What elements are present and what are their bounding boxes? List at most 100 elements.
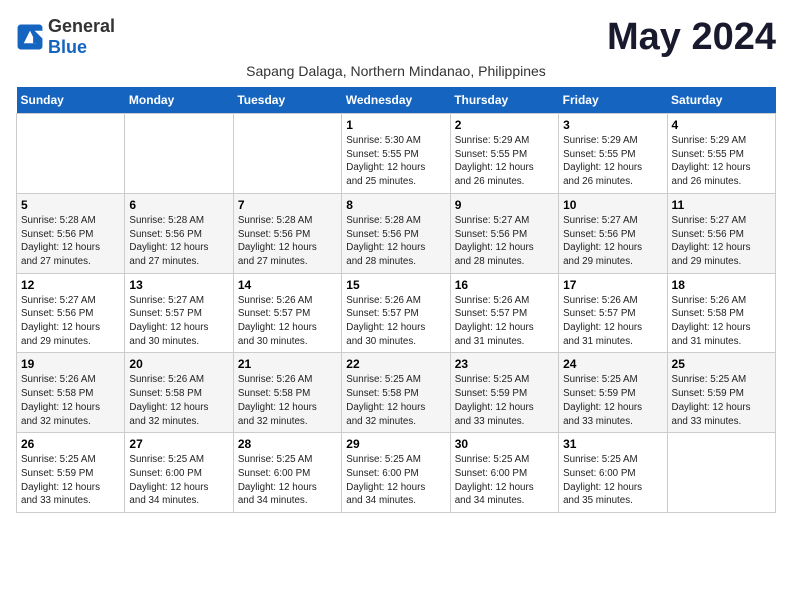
day-cell: 20 Sunrise: 5:26 AM Sunset: 5:58 PM Dayli… <box>125 353 233 433</box>
day-info: Sunrise: 5:25 AM Sunset: 5:59 PM Dayligh… <box>21 453 120 508</box>
day-info: Sunrise: 5:29 AM Sunset: 5:55 PM Dayligh… <box>563 134 662 189</box>
day-cell: 24 Sunrise: 5:25 AM Sunset: 5:59 PM Dayli… <box>559 353 667 433</box>
calendar-table: SundayMondayTuesdayWednesdayThursdayFrid… <box>16 87 776 513</box>
day-number: 14 <box>238 278 337 292</box>
day-cell: 26 Sunrise: 5:25 AM Sunset: 5:59 PM Dayli… <box>17 433 125 513</box>
day-cell: 2 Sunrise: 5:29 AM Sunset: 5:55 PM Daylig… <box>450 114 558 194</box>
day-number: 9 <box>455 198 554 212</box>
week-row-3: 12 Sunrise: 5:27 AM Sunset: 5:56 PM Dayli… <box>17 273 776 353</box>
logo-text: General Blue <box>48 16 115 58</box>
header-cell-wednesday: Wednesday <box>342 87 450 114</box>
day-info: Sunrise: 5:26 AM Sunset: 5:57 PM Dayligh… <box>563 294 662 349</box>
day-info: Sunrise: 5:27 AM Sunset: 5:56 PM Dayligh… <box>455 214 554 269</box>
day-info: Sunrise: 5:25 AM Sunset: 6:00 PM Dayligh… <box>129 453 228 508</box>
day-cell: 19 Sunrise: 5:26 AM Sunset: 5:58 PM Dayli… <box>17 353 125 433</box>
header-row: SundayMondayTuesdayWednesdayThursdayFrid… <box>17 87 776 114</box>
week-row-2: 5 Sunrise: 5:28 AM Sunset: 5:56 PM Daylig… <box>17 193 776 273</box>
day-cell: 22Sunrise: 5:25 AM Sunset: 5:58 PM Dayli… <box>342 353 450 433</box>
day-number: 18 <box>672 278 771 292</box>
day-number: 30 <box>455 437 554 451</box>
day-cell: 5 Sunrise: 5:28 AM Sunset: 5:56 PM Daylig… <box>17 193 125 273</box>
day-info: Sunrise: 5:26 AM Sunset: 5:58 PM Dayligh… <box>238 373 337 428</box>
day-number: 25 <box>672 357 771 371</box>
day-cell: 23Sunrise: 5:25 AM Sunset: 5:59 PM Dayli… <box>450 353 558 433</box>
day-number: 6 <box>129 198 228 212</box>
day-info: Sunrise: 5:29 AM Sunset: 5:55 PM Dayligh… <box>672 134 771 189</box>
header-cell-monday: Monday <box>125 87 233 114</box>
header-cell-saturday: Saturday <box>667 87 775 114</box>
day-cell: 8Sunrise: 5:28 AM Sunset: 5:56 PM Daylig… <box>342 193 450 273</box>
logo-icon <box>16 23 44 51</box>
day-number: 17 <box>563 278 662 292</box>
logo: General Blue <box>16 16 115 58</box>
day-info: Sunrise: 5:26 AM Sunset: 5:58 PM Dayligh… <box>129 373 228 428</box>
day-cell: 28 Sunrise: 5:25 AM Sunset: 6:00 PM Dayli… <box>233 433 341 513</box>
day-number: 19 <box>21 357 120 371</box>
day-info: Sunrise: 5:26 AM Sunset: 5:57 PM Dayligh… <box>346 294 445 349</box>
day-number: 10 <box>563 198 662 212</box>
day-cell: 9 Sunrise: 5:27 AM Sunset: 5:56 PM Daylig… <box>450 193 558 273</box>
day-info: Sunrise: 5:26 AM Sunset: 5:58 PM Dayligh… <box>21 373 120 428</box>
day-info: Sunrise: 5:28 AM Sunset: 5:56 PM Dayligh… <box>238 214 337 269</box>
day-number: 1 <box>346 118 445 132</box>
day-info: Sunrise: 5:25 AM Sunset: 5:59 PM Dayligh… <box>455 373 554 428</box>
day-info: Sunrise: 5:25 AM Sunset: 5:59 PM Dayligh… <box>672 373 771 428</box>
day-cell: 14 Sunrise: 5:26 AM Sunset: 5:57 PM Dayli… <box>233 273 341 353</box>
day-number: 24 <box>563 357 662 371</box>
day-cell: 18 Sunrise: 5:26 AM Sunset: 5:58 PM Dayli… <box>667 273 775 353</box>
day-number: 31 <box>563 437 662 451</box>
day-number: 22 <box>346 357 445 371</box>
day-cell: 6 Sunrise: 5:28 AM Sunset: 5:56 PM Daylig… <box>125 193 233 273</box>
day-number: 3 <box>563 118 662 132</box>
day-info: Sunrise: 5:25 AM Sunset: 5:59 PM Dayligh… <box>563 373 662 428</box>
day-info: Sunrise: 5:27 AM Sunset: 5:56 PM Dayligh… <box>672 214 771 269</box>
header: General Blue May 2024 <box>16 16 776 59</box>
day-cell <box>233 114 341 194</box>
day-info: Sunrise: 5:26 AM Sunset: 5:57 PM Dayligh… <box>238 294 337 349</box>
day-number: 12 <box>21 278 120 292</box>
week-row-4: 19 Sunrise: 5:26 AM Sunset: 5:58 PM Dayli… <box>17 353 776 433</box>
day-info: Sunrise: 5:27 AM Sunset: 5:56 PM Dayligh… <box>21 294 120 349</box>
day-number: 15 <box>346 278 445 292</box>
day-cell: 10 Sunrise: 5:27 AM Sunset: 5:56 PM Dayli… <box>559 193 667 273</box>
header-cell-tuesday: Tuesday <box>233 87 341 114</box>
day-cell <box>17 114 125 194</box>
day-info: Sunrise: 5:29 AM Sunset: 5:55 PM Dayligh… <box>455 134 554 189</box>
week-row-5: 26 Sunrise: 5:25 AM Sunset: 5:59 PM Dayli… <box>17 433 776 513</box>
day-cell: 16Sunrise: 5:26 AM Sunset: 5:57 PM Dayli… <box>450 273 558 353</box>
day-info: Sunrise: 5:28 AM Sunset: 5:56 PM Dayligh… <box>21 214 120 269</box>
logo-blue: Blue <box>48 37 87 57</box>
header-cell-friday: Friday <box>559 87 667 114</box>
day-number: 16 <box>455 278 554 292</box>
day-cell: 4 Sunrise: 5:29 AM Sunset: 5:55 PM Daylig… <box>667 114 775 194</box>
day-info: Sunrise: 5:26 AM Sunset: 5:58 PM Dayligh… <box>672 294 771 349</box>
day-info: Sunrise: 5:25 AM Sunset: 6:00 PM Dayligh… <box>238 453 337 508</box>
logo-general: General <box>48 16 115 36</box>
day-cell: 21Sunrise: 5:26 AM Sunset: 5:58 PM Dayli… <box>233 353 341 433</box>
day-cell: 13Sunrise: 5:27 AM Sunset: 5:57 PM Dayli… <box>125 273 233 353</box>
day-number: 5 <box>21 198 120 212</box>
day-number: 13 <box>129 278 228 292</box>
day-number: 2 <box>455 118 554 132</box>
day-info: Sunrise: 5:25 AM Sunset: 6:00 PM Dayligh… <box>563 453 662 508</box>
day-number: 29 <box>346 437 445 451</box>
day-number: 7 <box>238 198 337 212</box>
day-cell: 17 Sunrise: 5:26 AM Sunset: 5:57 PM Dayli… <box>559 273 667 353</box>
day-number: 20 <box>129 357 228 371</box>
day-cell: 3 Sunrise: 5:29 AM Sunset: 5:55 PM Daylig… <box>559 114 667 194</box>
day-cell: 29Sunrise: 5:25 AM Sunset: 6:00 PM Dayli… <box>342 433 450 513</box>
day-cell: 31 Sunrise: 5:25 AM Sunset: 6:00 PM Dayli… <box>559 433 667 513</box>
day-info: Sunrise: 5:25 AM Sunset: 6:00 PM Dayligh… <box>455 453 554 508</box>
day-number: 28 <box>238 437 337 451</box>
week-row-1: 1Sunrise: 5:30 AM Sunset: 5:55 PM Daylig… <box>17 114 776 194</box>
day-number: 4 <box>672 118 771 132</box>
day-cell <box>125 114 233 194</box>
day-number: 27 <box>129 437 228 451</box>
day-cell: 11 Sunrise: 5:27 AM Sunset: 5:56 PM Dayli… <box>667 193 775 273</box>
day-number: 26 <box>21 437 120 451</box>
day-cell: 25 Sunrise: 5:25 AM Sunset: 5:59 PM Dayli… <box>667 353 775 433</box>
day-cell: 30 Sunrise: 5:25 AM Sunset: 6:00 PM Dayli… <box>450 433 558 513</box>
day-info: Sunrise: 5:27 AM Sunset: 5:56 PM Dayligh… <box>563 214 662 269</box>
day-number: 11 <box>672 198 771 212</box>
day-info: Sunrise: 5:28 AM Sunset: 5:56 PM Dayligh… <box>129 214 228 269</box>
